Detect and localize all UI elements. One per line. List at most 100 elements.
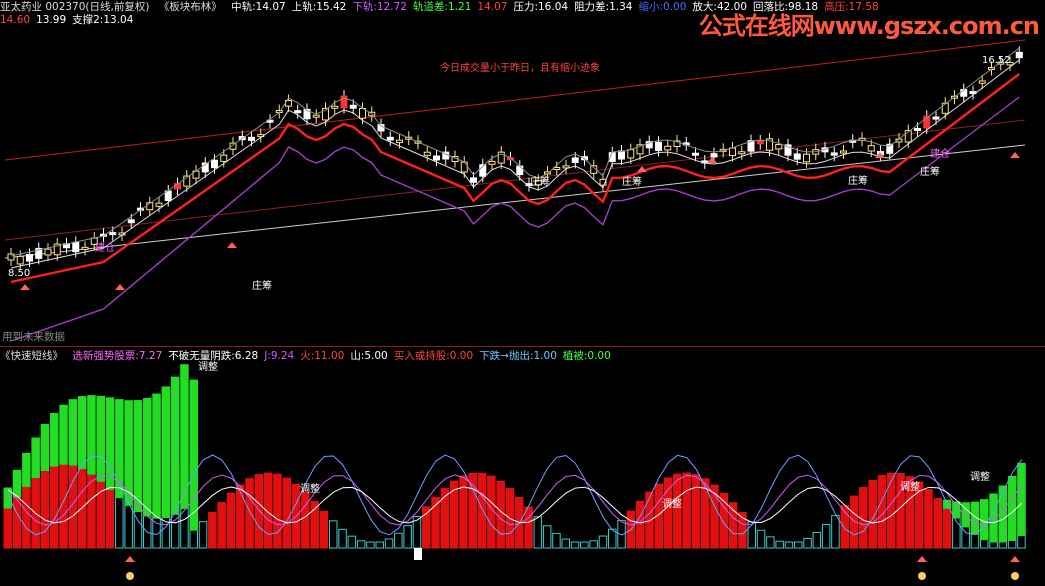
white-block: [414, 548, 422, 560]
adjust-label-2: 调整: [900, 480, 920, 493]
candle-body: [44, 248, 52, 256]
buy-arrow-0: [20, 284, 30, 290]
indicator-item-0: 选新强势股票:7.27: [72, 350, 163, 362]
candle-body: [729, 147, 736, 157]
macd-bar: [1007, 539, 1017, 549]
macd-bar: [403, 525, 412, 549]
strength-bar: [12, 469, 22, 498]
macd-bar: [319, 510, 329, 549]
panel-divider: [0, 346, 1045, 347]
strength-bar: [96, 395, 105, 482]
candle-body: [516, 165, 524, 176]
indicator-item-1: 不破无量阴跌:6.28: [168, 350, 259, 362]
macd-bar: [217, 502, 226, 549]
macd-bar: [477, 472, 487, 549]
macd-bar: [580, 541, 589, 549]
indicator-item-5: 买入或持股:0.00: [393, 350, 474, 362]
strength-bar: [998, 485, 1008, 543]
candle-body: [830, 152, 838, 156]
candle-body: [220, 154, 228, 162]
macd-bar: [784, 541, 794, 549]
candle-body: [349, 104, 357, 109]
strength-bar: [1007, 475, 1017, 541]
macd-bar: [356, 540, 366, 549]
macd-bar: [124, 504, 133, 549]
signal-arrow-1: [917, 556, 927, 562]
strength-bar: [40, 423, 50, 471]
signal-arrow-2: [1010, 556, 1020, 562]
candle-body: [867, 145, 875, 152]
strength-bar: [77, 396, 87, 470]
macd-bar: [682, 472, 691, 549]
candle-body: [26, 253, 33, 262]
candle-body: [81, 246, 89, 250]
candle-body: [211, 159, 218, 169]
ma-red: [10, 73, 1020, 284]
macd-bar: [245, 478, 254, 549]
candle-body: [294, 110, 302, 114]
hand-icon-0: [126, 572, 134, 580]
macd-bar: [375, 541, 384, 549]
macd-bar: [1017, 534, 1026, 549]
macd-bar: [821, 524, 831, 549]
qianzhen-label-0: 建仓: [95, 241, 115, 254]
candle-body: [627, 149, 635, 159]
candle-body: [803, 153, 810, 163]
candle-body: [386, 136, 394, 141]
candle-body: [331, 105, 339, 109]
candle-body: [692, 152, 699, 156]
candle-body: [655, 141, 662, 151]
candle-body: [1015, 51, 1023, 59]
macd-bar: [598, 535, 608, 549]
macd-bar: [942, 507, 952, 549]
macd-bar: [87, 473, 96, 549]
price-chart[interactable]: 今日成交量小于昨日，且有缩小迹象庄筹庄筹 庄筹 庄筹庄筹建仓建仓16.528.50调…: [0, 0, 1045, 586]
strength-bar: [1017, 462, 1026, 536]
strength-bar: [152, 393, 161, 519]
strength-bar: [87, 395, 96, 475]
macd-bar: [663, 477, 673, 549]
macd-bar: [570, 541, 580, 549]
strength-bar: [22, 452, 31, 487]
candle-body: [932, 116, 940, 120]
macd-bar: [133, 511, 143, 549]
macd-bar: [998, 541, 1008, 549]
macd-bar: [105, 488, 115, 549]
macd-bar: [338, 528, 347, 549]
macd-bar: [980, 539, 989, 549]
indicator-item-7: 植被:0.00: [562, 350, 611, 362]
macd-bar: [635, 500, 645, 549]
qianzhen-label-1: 建仓: [930, 147, 950, 160]
macd-bar: [440, 487, 450, 549]
macd-bar: [40, 469, 50, 549]
adjust-label-1: 调整: [662, 497, 682, 510]
zhuangchou-label-3: 庄筹: [848, 174, 868, 187]
buy-arrow-1: [115, 284, 125, 290]
macd-bar: [933, 498, 942, 549]
candle-body: [710, 153, 718, 158]
macd-bar: [282, 477, 291, 549]
macd-bar: [589, 540, 598, 549]
macd-bar: [115, 497, 124, 549]
strength-bar: [59, 404, 68, 465]
candle-body: [127, 219, 135, 224]
macd-bar: [989, 541, 998, 549]
candle-body: [248, 136, 255, 141]
candle-body: [914, 127, 921, 131]
macd-bar: [673, 473, 682, 549]
strength-bar: [133, 400, 143, 513]
macd-bar: [50, 465, 59, 549]
macd-bar: [189, 529, 198, 549]
macd-bar: [236, 484, 245, 549]
candle-body: [312, 114, 320, 118]
macd-bar: [970, 533, 980, 549]
candle-body: [433, 155, 440, 161]
macd-bar: [803, 537, 812, 549]
candle-body: [941, 102, 949, 114]
macd-bar: [542, 525, 552, 549]
strength-bar: [143, 398, 152, 517]
buy-arrow-4: [707, 157, 717, 163]
candle-body: [155, 202, 163, 207]
macd-bar: [747, 521, 756, 549]
buy-arrow-6: [1010, 152, 1020, 158]
